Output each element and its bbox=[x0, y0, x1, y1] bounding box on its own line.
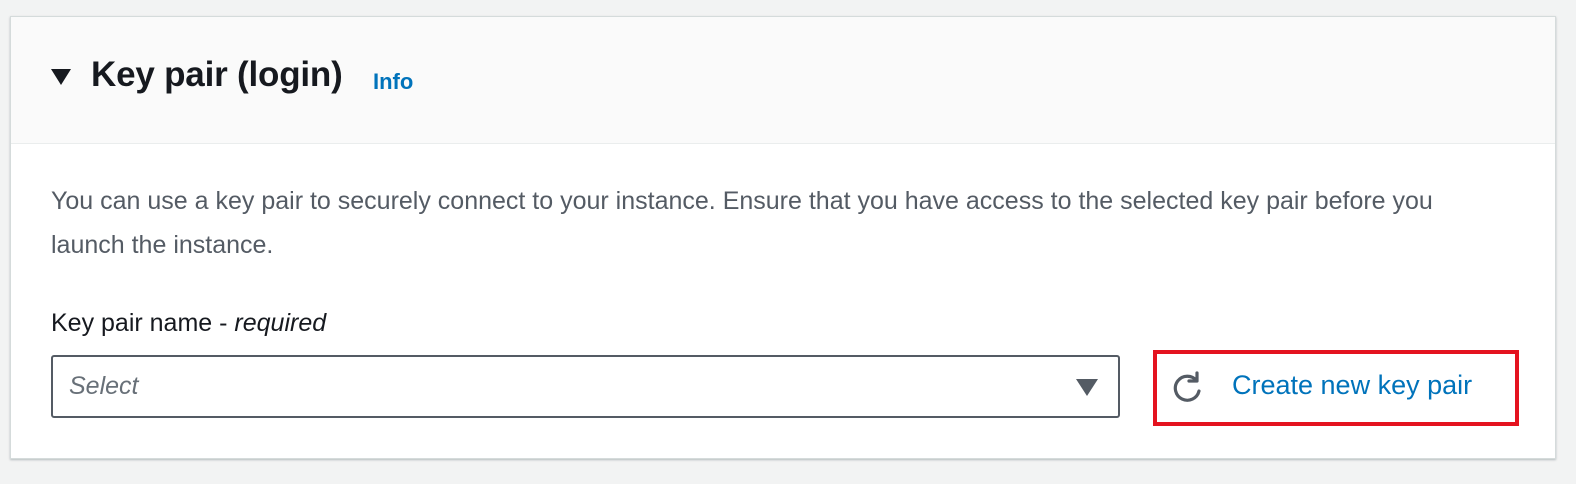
panel-header[interactable]: Key pair (login) Info bbox=[11, 17, 1555, 144]
caret-down-icon bbox=[1076, 379, 1098, 396]
create-new-key-pair-link[interactable]: Create new key pair bbox=[1232, 370, 1472, 401]
key-pair-select[interactable]: Select bbox=[51, 355, 1120, 418]
panel-title: Key pair (login) bbox=[91, 55, 343, 94]
key-pair-name-label: Key pair name - required bbox=[51, 309, 326, 338]
panel-description: You can use a key pair to securely conne… bbox=[51, 187, 1433, 259]
key-pair-name-label-text: Key pair name - bbox=[51, 309, 235, 337]
refresh-icon[interactable] bbox=[1169, 370, 1205, 406]
required-text: required bbox=[234, 309, 327, 337]
caret-down-icon[interactable] bbox=[51, 69, 71, 85]
select-placeholder: Select bbox=[69, 372, 139, 400]
key-pair-panel: Key pair (login) Info You can use a key … bbox=[10, 16, 1556, 459]
info-link[interactable]: Info bbox=[373, 69, 413, 95]
